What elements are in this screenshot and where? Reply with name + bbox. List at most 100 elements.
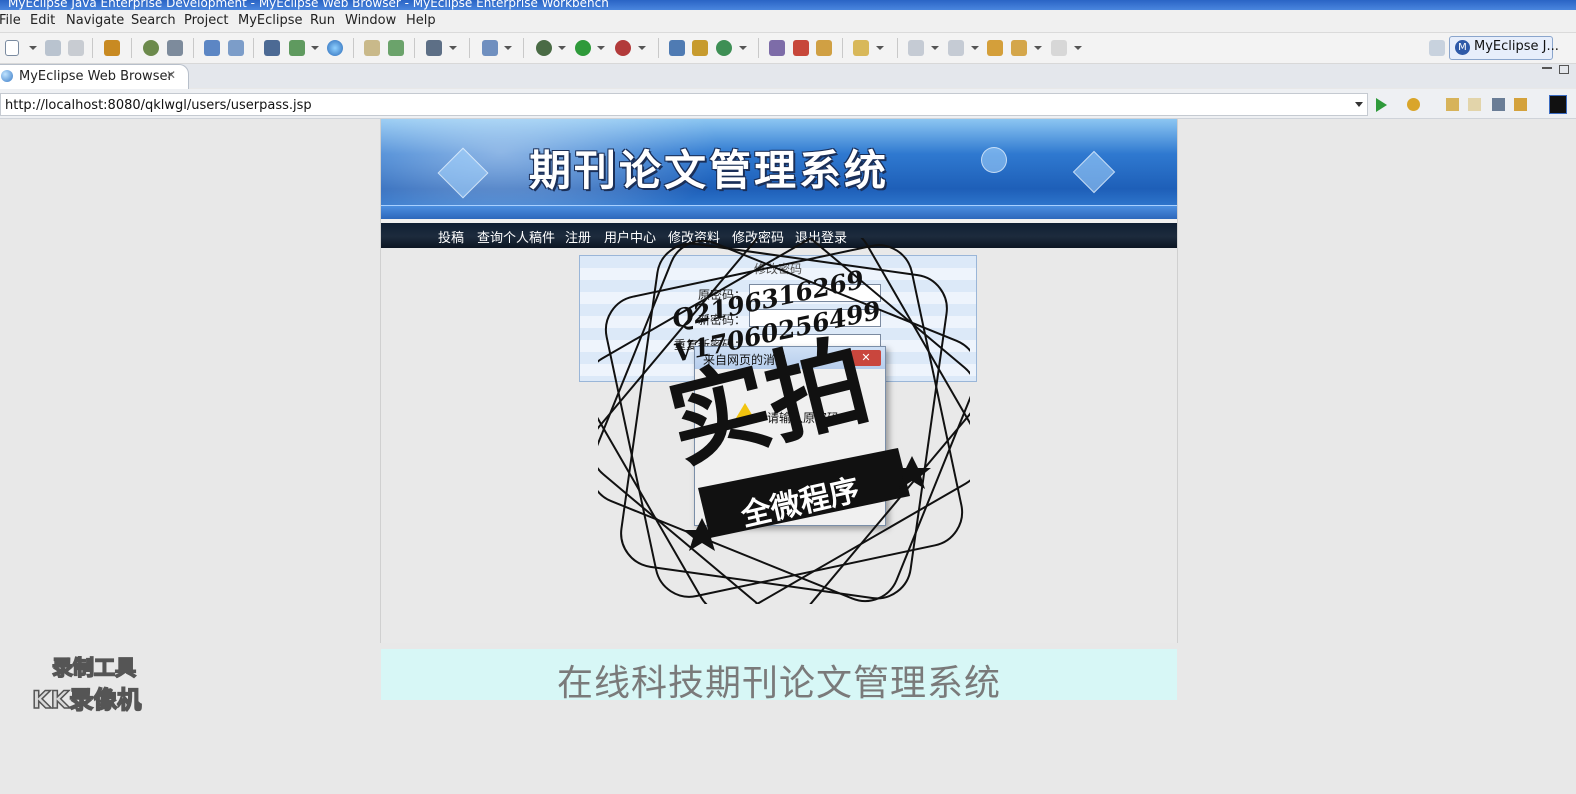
toolbar-separator bbox=[469, 38, 470, 58]
recorder-watermark-line2: KK录像机 bbox=[31, 685, 142, 715]
next-annotation-icon[interactable] bbox=[908, 40, 924, 56]
toolbar-separator bbox=[658, 38, 659, 58]
menu-window[interactable]: Window bbox=[345, 13, 396, 28]
new-wizard-dropdown-icon[interactable] bbox=[504, 46, 512, 50]
new-web-project-icon[interactable] bbox=[204, 40, 220, 56]
new-password-input[interactable] bbox=[749, 309, 881, 327]
new-class-icon[interactable] bbox=[716, 40, 732, 56]
open-task-icon[interactable] bbox=[769, 40, 785, 56]
back-icon[interactable] bbox=[1011, 40, 1027, 56]
forward-icon[interactable] bbox=[1051, 40, 1067, 56]
browser-address-bar bbox=[0, 89, 1576, 194]
nav-user-center[interactable]: 用户中心 bbox=[604, 227, 656, 246]
favorites-icon[interactable] bbox=[1407, 98, 1420, 111]
new-package-icon[interactable] bbox=[692, 40, 708, 56]
menu-run[interactable]: Run bbox=[310, 13, 335, 28]
server-icon[interactable] bbox=[167, 40, 183, 56]
menu-help[interactable]: Help bbox=[406, 13, 436, 28]
recorder-watermark-line1: 录制工具 bbox=[51, 655, 137, 681]
close-tab-icon[interactable]: ✕ bbox=[166, 68, 176, 82]
save-icon[interactable] bbox=[45, 40, 61, 56]
debug-server-icon[interactable] bbox=[143, 40, 159, 56]
site-nav: 投稿 查询个人稿件 注册 用户中心 修改资料 修改密码 退出登录 bbox=[381, 219, 1177, 248]
browser-console-icon[interactable] bbox=[1549, 95, 1567, 114]
new-ejb-project-icon[interactable] bbox=[228, 40, 244, 56]
toolbar-separator bbox=[758, 38, 759, 58]
run-icon[interactable] bbox=[575, 40, 591, 56]
external-tools-icon[interactable] bbox=[615, 40, 631, 56]
new-java-project-icon[interactable] bbox=[669, 40, 685, 56]
menu-search[interactable]: Search bbox=[131, 13, 176, 28]
open-perspective-list-icon[interactable] bbox=[1429, 40, 1445, 56]
new-wizard-icon[interactable] bbox=[482, 40, 498, 56]
debug-dropdown-icon[interactable] bbox=[558, 46, 566, 50]
print-icon[interactable] bbox=[68, 40, 84, 56]
forward-dropdown-icon[interactable] bbox=[1074, 46, 1082, 50]
web-browser-icon[interactable] bbox=[327, 40, 343, 56]
nav-change-password[interactable]: 修改密码 bbox=[732, 227, 784, 246]
menu-myeclipse[interactable]: MyEclipse bbox=[238, 13, 303, 28]
clock-icon bbox=[981, 147, 1007, 173]
perspective-switcher-button[interactable]: M MyEclipse J... bbox=[1449, 36, 1559, 60]
previous-annotation-dropdown-icon[interactable] bbox=[971, 46, 979, 50]
nav-logout[interactable]: 退出登录 bbox=[795, 227, 847, 246]
dialog-close-button[interactable]: ✕ bbox=[851, 350, 881, 366]
menu-file[interactable]: File bbox=[0, 13, 21, 28]
go-icon[interactable] bbox=[1376, 98, 1387, 112]
run-dropdown-icon[interactable] bbox=[597, 46, 605, 50]
browser-stop-icon[interactable] bbox=[1492, 98, 1505, 111]
open-perspective-icon[interactable] bbox=[816, 40, 832, 56]
menu-bar: File Edit Navigate Search Project MyEcli… bbox=[0, 10, 1576, 33]
search-icon[interactable] bbox=[793, 40, 809, 56]
nav-edit-profile[interactable]: 修改资料 bbox=[668, 227, 720, 246]
new-dropdown-icon[interactable] bbox=[29, 46, 37, 50]
deploy-icon[interactable] bbox=[104, 40, 120, 56]
nav-query-manuscripts[interactable]: 查询个人稿件 bbox=[477, 227, 555, 246]
window-title-bar: MyEclipse Java Enterprise Development - … bbox=[0, 0, 1576, 10]
external-tools-dropdown-icon[interactable] bbox=[638, 46, 646, 50]
back-dropdown-icon[interactable] bbox=[1034, 46, 1042, 50]
new-icon[interactable] bbox=[5, 40, 19, 56]
menu-edit[interactable]: Edit bbox=[30, 13, 55, 28]
debug-icon[interactable] bbox=[536, 40, 552, 56]
browser-back-icon[interactable] bbox=[1446, 98, 1459, 111]
nav-submit[interactable]: 投稿 bbox=[438, 227, 464, 246]
menu-navigate[interactable]: Navigate bbox=[66, 13, 124, 28]
new-class-dropdown-icon[interactable] bbox=[739, 46, 747, 50]
toolbar-separator bbox=[897, 38, 898, 58]
old-password-input[interactable] bbox=[749, 284, 881, 302]
previous-annotation-icon[interactable] bbox=[948, 40, 964, 56]
folder-icon[interactable] bbox=[853, 40, 869, 56]
next-annotation-dropdown-icon[interactable] bbox=[931, 46, 939, 50]
dialog-title-bar: 来自网页的消息 ✕ bbox=[695, 347, 885, 369]
banner-stripe bbox=[381, 205, 1177, 219]
nav-register[interactable]: 注册 bbox=[565, 227, 591, 246]
browser-forward-icon[interactable] bbox=[1468, 98, 1481, 111]
url-input[interactable] bbox=[1, 95, 1349, 116]
open-folder-icon[interactable] bbox=[364, 40, 380, 56]
screenshot-dropdown-icon[interactable] bbox=[449, 46, 457, 50]
folder-dropdown-icon[interactable] bbox=[876, 46, 884, 50]
main-toolbar: M MyEclipse J... bbox=[0, 33, 1576, 64]
toolbar-separator bbox=[193, 38, 194, 58]
browser-refresh-icon[interactable] bbox=[1514, 98, 1527, 111]
refresh-project-icon[interactable] bbox=[388, 40, 404, 56]
dialog-ok-button[interactable]: 确定 bbox=[757, 485, 827, 507]
menu-project[interactable]: Project bbox=[184, 13, 228, 28]
web-view: 期刊论文管理系统 投稿 查询个人稿件 注册 用户中心 修改资料 修改密码 退出登… bbox=[0, 119, 1576, 794]
maximize-icon[interactable] bbox=[1559, 65, 1569, 74]
open-type-icon[interactable] bbox=[264, 40, 280, 56]
dialog-title: 来自网页的消息 bbox=[703, 353, 788, 367]
editor-tab-bar: MyEclipse Web Browser ✕ bbox=[0, 64, 1576, 89]
toolbar-separator bbox=[842, 38, 843, 58]
last-edit-location-icon[interactable] bbox=[987, 40, 1003, 56]
form-title: 修改密码 bbox=[753, 262, 802, 276]
url-history-dropdown-icon[interactable] bbox=[1355, 102, 1363, 107]
open-resource-icon[interactable] bbox=[289, 40, 305, 56]
toolbar-separator bbox=[131, 38, 132, 58]
open-resource-dropdown-icon[interactable] bbox=[311, 46, 319, 50]
screenshot-icon[interactable] bbox=[426, 40, 442, 56]
minimize-icon[interactable] bbox=[1542, 67, 1552, 69]
perspective-label: MyEclipse J... bbox=[1474, 39, 1559, 54]
tab-myeclipse-web-browser[interactable]: MyEclipse Web Browser ✕ bbox=[0, 64, 189, 89]
